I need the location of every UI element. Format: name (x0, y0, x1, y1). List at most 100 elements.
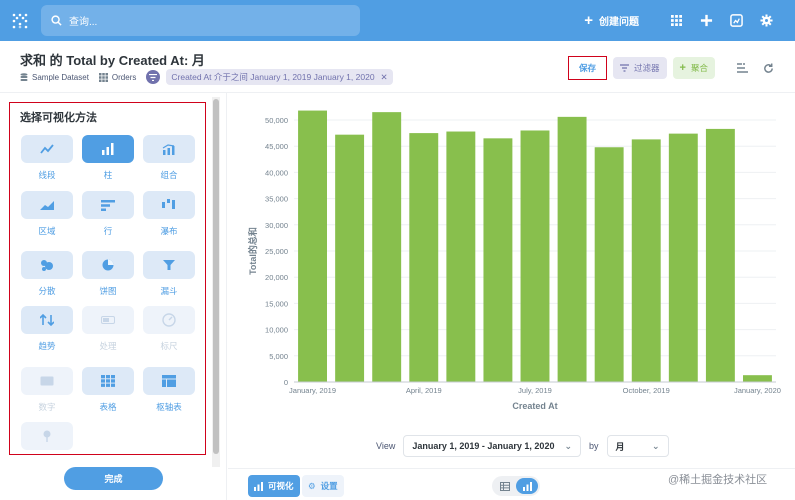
visualize-button[interactable]: 可视化 (248, 475, 300, 497)
bar[interactable] (409, 133, 439, 382)
database-name: Sample Dataset (32, 72, 89, 82)
granularity-value: 月 (615, 441, 625, 452)
watermark-text: @稀土掘金技术社区 (668, 474, 768, 486)
chevron-down-icon: ⌄ (564, 440, 572, 451)
viz-option-gauge: 标尺 (143, 306, 195, 352)
bar[interactable] (298, 110, 327, 383)
viz-option-label: 瀑布 (160, 226, 178, 236)
sidebar-scrollbar[interactable] (212, 97, 220, 467)
search-icon (51, 15, 62, 26)
viz-option-progress: 处理 (82, 306, 134, 352)
y-tick-label: 10,000 (265, 326, 288, 335)
bar[interactable] (594, 147, 624, 382)
bar[interactable] (743, 375, 772, 382)
viz-option-pivot[interactable]: 枢轴表 (143, 367, 195, 413)
viz-option-table[interactable]: 表格 (82, 367, 134, 413)
line-icon (21, 135, 73, 163)
pivot-icon (143, 367, 195, 395)
grid-icon[interactable] (661, 0, 691, 41)
settings-button[interactable]: ⚙ 设置 (302, 475, 344, 497)
scrollbar-thumb[interactable] (213, 99, 219, 454)
sidebar-title: 选择可视化方法 (20, 112, 97, 124)
view-controls: View January 1, 2019 - January 1, 2020 ⌄… (376, 435, 669, 457)
viz-option-number: 数字 (21, 367, 73, 413)
viz-option-label: 行 (103, 226, 113, 236)
viz-option-bar[interactable]: 柱 (82, 135, 134, 181)
viz-option-label: 饼图 (99, 286, 117, 296)
summarize-button[interactable]: + 聚合 (672, 57, 715, 79)
done-button[interactable]: 完成 (64, 467, 163, 490)
x-tick-label: October, 2019 (623, 386, 670, 395)
visualization-picker-sidebar: 选择可视化方法 线段 柱 组合区域 行 瀑布分散 饼图 漏斗趋势 处理 标尺数字 表格 枢轴表 (9, 102, 206, 455)
by-label: by (589, 441, 599, 451)
x-tick-label: January, 2020 (734, 386, 781, 395)
y-tick-label: 30,000 (265, 221, 288, 230)
top-nav-bar: 查询... + 创建问题 (0, 0, 795, 41)
viz-option-combo[interactable]: 组合 (143, 135, 195, 181)
granularity-select[interactable]: 月 ⌄ (606, 435, 669, 457)
bar-chart: 0 5,000 10,000 15,000 20,000 25,000 30,000 35,0… (247, 110, 781, 411)
date-range-select[interactable]: January 1, 2019 - January 1, 2020 ⌄ (403, 435, 581, 457)
viz-option-label: 趋势 (38, 341, 56, 351)
chart-view-icon[interactable] (516, 478, 538, 494)
filter-badge-icon[interactable] (146, 70, 161, 84)
settings-label: 设置 (320, 481, 338, 491)
add-icon[interactable] (691, 0, 721, 41)
refresh-icon[interactable] (755, 62, 781, 74)
dashboard-icon[interactable] (721, 0, 751, 41)
viz-option-waterfall[interactable]: 瀑布 (143, 191, 195, 237)
bar[interactable] (631, 139, 661, 382)
y-tick-label: 40,000 (265, 168, 288, 177)
metabase-logo-icon[interactable] (12, 13, 28, 29)
filter-button[interactable]: 过滤器 (613, 57, 667, 79)
table-chart-toggle[interactable] (492, 476, 540, 496)
table-view-icon[interactable] (494, 478, 516, 494)
date-range-value: January 1, 2019 - January 1, 2020 (412, 441, 555, 451)
viz-option-label: 标尺 (160, 341, 178, 351)
gauge-icon (143, 306, 195, 334)
bar[interactable] (372, 112, 402, 382)
viz-option-label: 数字 (38, 402, 56, 412)
bar-chart-icon (254, 481, 263, 491)
bar[interactable] (446, 131, 476, 382)
viz-option-trend[interactable]: 趋势 (21, 306, 73, 352)
filter-pill-label: Created At 介于之间 January 1, 2019 January … (171, 72, 375, 82)
breadcrumb-database[interactable]: Sample Dataset (20, 73, 89, 82)
combo-icon (143, 135, 195, 163)
scatter-icon (21, 251, 73, 279)
question-header: 求和 的 Total by Created At: 月 Sample Datas… (0, 41, 795, 93)
search-input[interactable]: 查询... (41, 5, 360, 36)
gear-icon[interactable] (751, 0, 781, 41)
save-button[interactable]: 保存 (568, 56, 608, 80)
viz-option-row[interactable]: 行 (82, 191, 134, 237)
trend-icon (21, 306, 73, 334)
bar[interactable] (557, 116, 587, 382)
viz-option-label: 枢轴表 (156, 402, 182, 412)
number-icon (21, 367, 73, 395)
new-question-button[interactable]: + 创建问题 (584, 12, 639, 29)
bar[interactable] (483, 138, 513, 382)
table-icon (82, 367, 134, 395)
notebook-icon[interactable] (729, 63, 755, 73)
filter-pill[interactable]: Created At 介于之间 January 1, 2019 January … (166, 69, 393, 85)
row-icon (82, 191, 134, 219)
new-question-label: 创建问题 (599, 17, 639, 28)
breadcrumb: Sample Dataset Orders Created At 介于之间 Ja… (20, 69, 393, 85)
bar[interactable] (335, 134, 365, 382)
viz-option-funnel[interactable]: 漏斗 (143, 251, 195, 297)
viz-option-line[interactable]: 线段 (21, 135, 73, 181)
bar[interactable] (520, 130, 550, 382)
viz-option-area[interactable]: 区域 (21, 191, 73, 237)
y-axis-label: Total的总和 (247, 227, 258, 275)
waterfall-icon (143, 191, 195, 219)
bar[interactable] (668, 133, 698, 382)
chevron-down-icon: ⌄ (651, 440, 660, 451)
map-pin-icon (21, 422, 73, 450)
summarize-button-label: 聚合 (690, 63, 708, 73)
close-icon[interactable]: ✕ (381, 72, 388, 83)
x-tick-label: January, 2019 (289, 386, 336, 395)
viz-option-scatter[interactable]: 分散 (21, 251, 73, 297)
breadcrumb-table[interactable]: Orders (98, 72, 136, 82)
bar[interactable] (705, 128, 735, 382)
viz-option-pie[interactable]: 饼图 (82, 251, 134, 297)
